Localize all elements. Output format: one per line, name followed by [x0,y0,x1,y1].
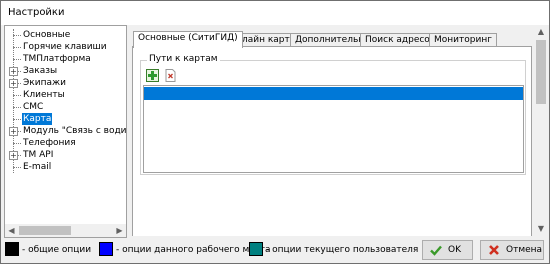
tree-item-label: СМС [23,102,44,112]
list-item[interactable] [144,87,523,100]
tree-item[interactable]: E-mail [5,161,126,173]
map-paths-group: Пути к картам [140,54,526,175]
tab-label: Поиск адресов [365,35,436,45]
tree-item-label: Основные [23,30,71,40]
tree-connector [13,59,21,60]
tree-item-label: TM API [23,150,54,160]
tree-item[interactable]: + Модуль "Связь с водителе [5,125,127,137]
bottom-bar: - общие опции - опции данного рабочего м… [1,238,549,263]
tree-item[interactable]: Клиенты [5,89,126,101]
tab-content: Пути к картам [132,46,532,236]
tree-item-label: ТМПлатформа [23,54,91,64]
tree-item[interactable]: Основные [5,29,126,41]
settings-window: Настройки Основные Горячие клавиши ТМПлатф… [0,0,550,264]
tree-connector [13,47,21,48]
tree-item[interactable]: + TM API [5,149,126,161]
tab-label: Дополнительно [295,35,370,45]
tree-connector [13,95,21,96]
tree-connector [13,107,21,108]
scrollbar-thumb[interactable] [19,226,71,235]
tree-item[interactable]: Карта [5,113,126,125]
tree-item[interactable]: Телефония [5,137,126,149]
scroll-right-icon[interactable]: ▶ [113,224,126,237]
map-paths-list[interactable] [143,85,524,173]
tree-item-label: Заказы [23,66,58,76]
scroll-down-icon[interactable]: ▼ [534,222,548,236]
settings-panel: Основные (СитиГИД) Онлайн карты Дополнит… [130,25,532,236]
tab-label: Основные (СитиГИД) [138,33,238,43]
tree-item[interactable]: СМС [5,101,126,113]
tree-connector [13,35,21,36]
legend-swatch [5,242,19,256]
add-icon[interactable] [146,69,159,82]
tree-item-label: E-mail [23,162,52,172]
tab-monitoring[interactable]: Мониторинг [429,33,497,47]
expand-icon[interactable]: + [9,79,18,88]
tree-item[interactable]: Горячие клавиши [5,41,126,53]
scroll-left-icon[interactable]: ◀ [5,224,18,237]
panel-vertical-scrollbar[interactable]: ▲ ▼ [534,25,548,236]
delete-icon[interactable] [164,69,177,82]
expand-icon[interactable]: + [9,127,18,136]
legend-text: - опции данного рабочего места [116,245,271,255]
title-bar: Настройки [1,1,549,25]
ok-label: OK [448,245,461,255]
tree-connector [13,143,21,144]
cross-icon [487,243,501,257]
tree-item[interactable]: ТМПлатформа [5,53,126,65]
tab-label: Мониторинг [434,35,492,45]
legend-text: - опции текущего пользователя [266,245,419,255]
cancel-label: Отмена [506,245,543,255]
checkmark-icon [429,243,443,257]
tree-connector [13,167,21,168]
legend-text: - общие опции [22,245,92,255]
tree-item[interactable]: + Экипажи [5,77,126,89]
settings-tree[interactable]: Основные Горячие клавиши ТМПлатформа + Заказ… [4,25,127,238]
tree-item[interactable]: + Заказы [5,65,126,77]
expand-icon[interactable]: + [9,67,18,76]
tree-item-label: Телефония [23,138,76,148]
tab-osnovnye[interactable]: Основные (СитиГИД) [133,31,243,48]
tree-item-label: Экипажи [23,78,66,88]
group-title: Пути к картам [147,54,220,64]
tree-item-label: Клиенты [23,90,65,100]
legend-swatch [249,242,263,256]
tree-horizontal-scrollbar[interactable]: ◀ ▶ [5,224,126,237]
window-title: Настройки [8,7,65,18]
tree-item-label: Модуль "Связь с водителе [23,126,127,136]
tree-item-label: Горячие клавиши [23,42,107,52]
legend-swatch [99,242,113,256]
tree-connector [13,119,21,120]
ok-button[interactable]: OK [422,240,473,260]
tab-strip: Основные (СитиГИД) Онлайн карты Дополнит… [130,31,530,48]
tree-item-label: Карта [22,113,53,125]
scrollbar-thumb[interactable] [536,40,546,104]
expand-icon[interactable]: + [9,151,18,160]
cancel-button[interactable]: Отмена [480,240,544,260]
scroll-up-icon[interactable]: ▲ [534,25,548,39]
